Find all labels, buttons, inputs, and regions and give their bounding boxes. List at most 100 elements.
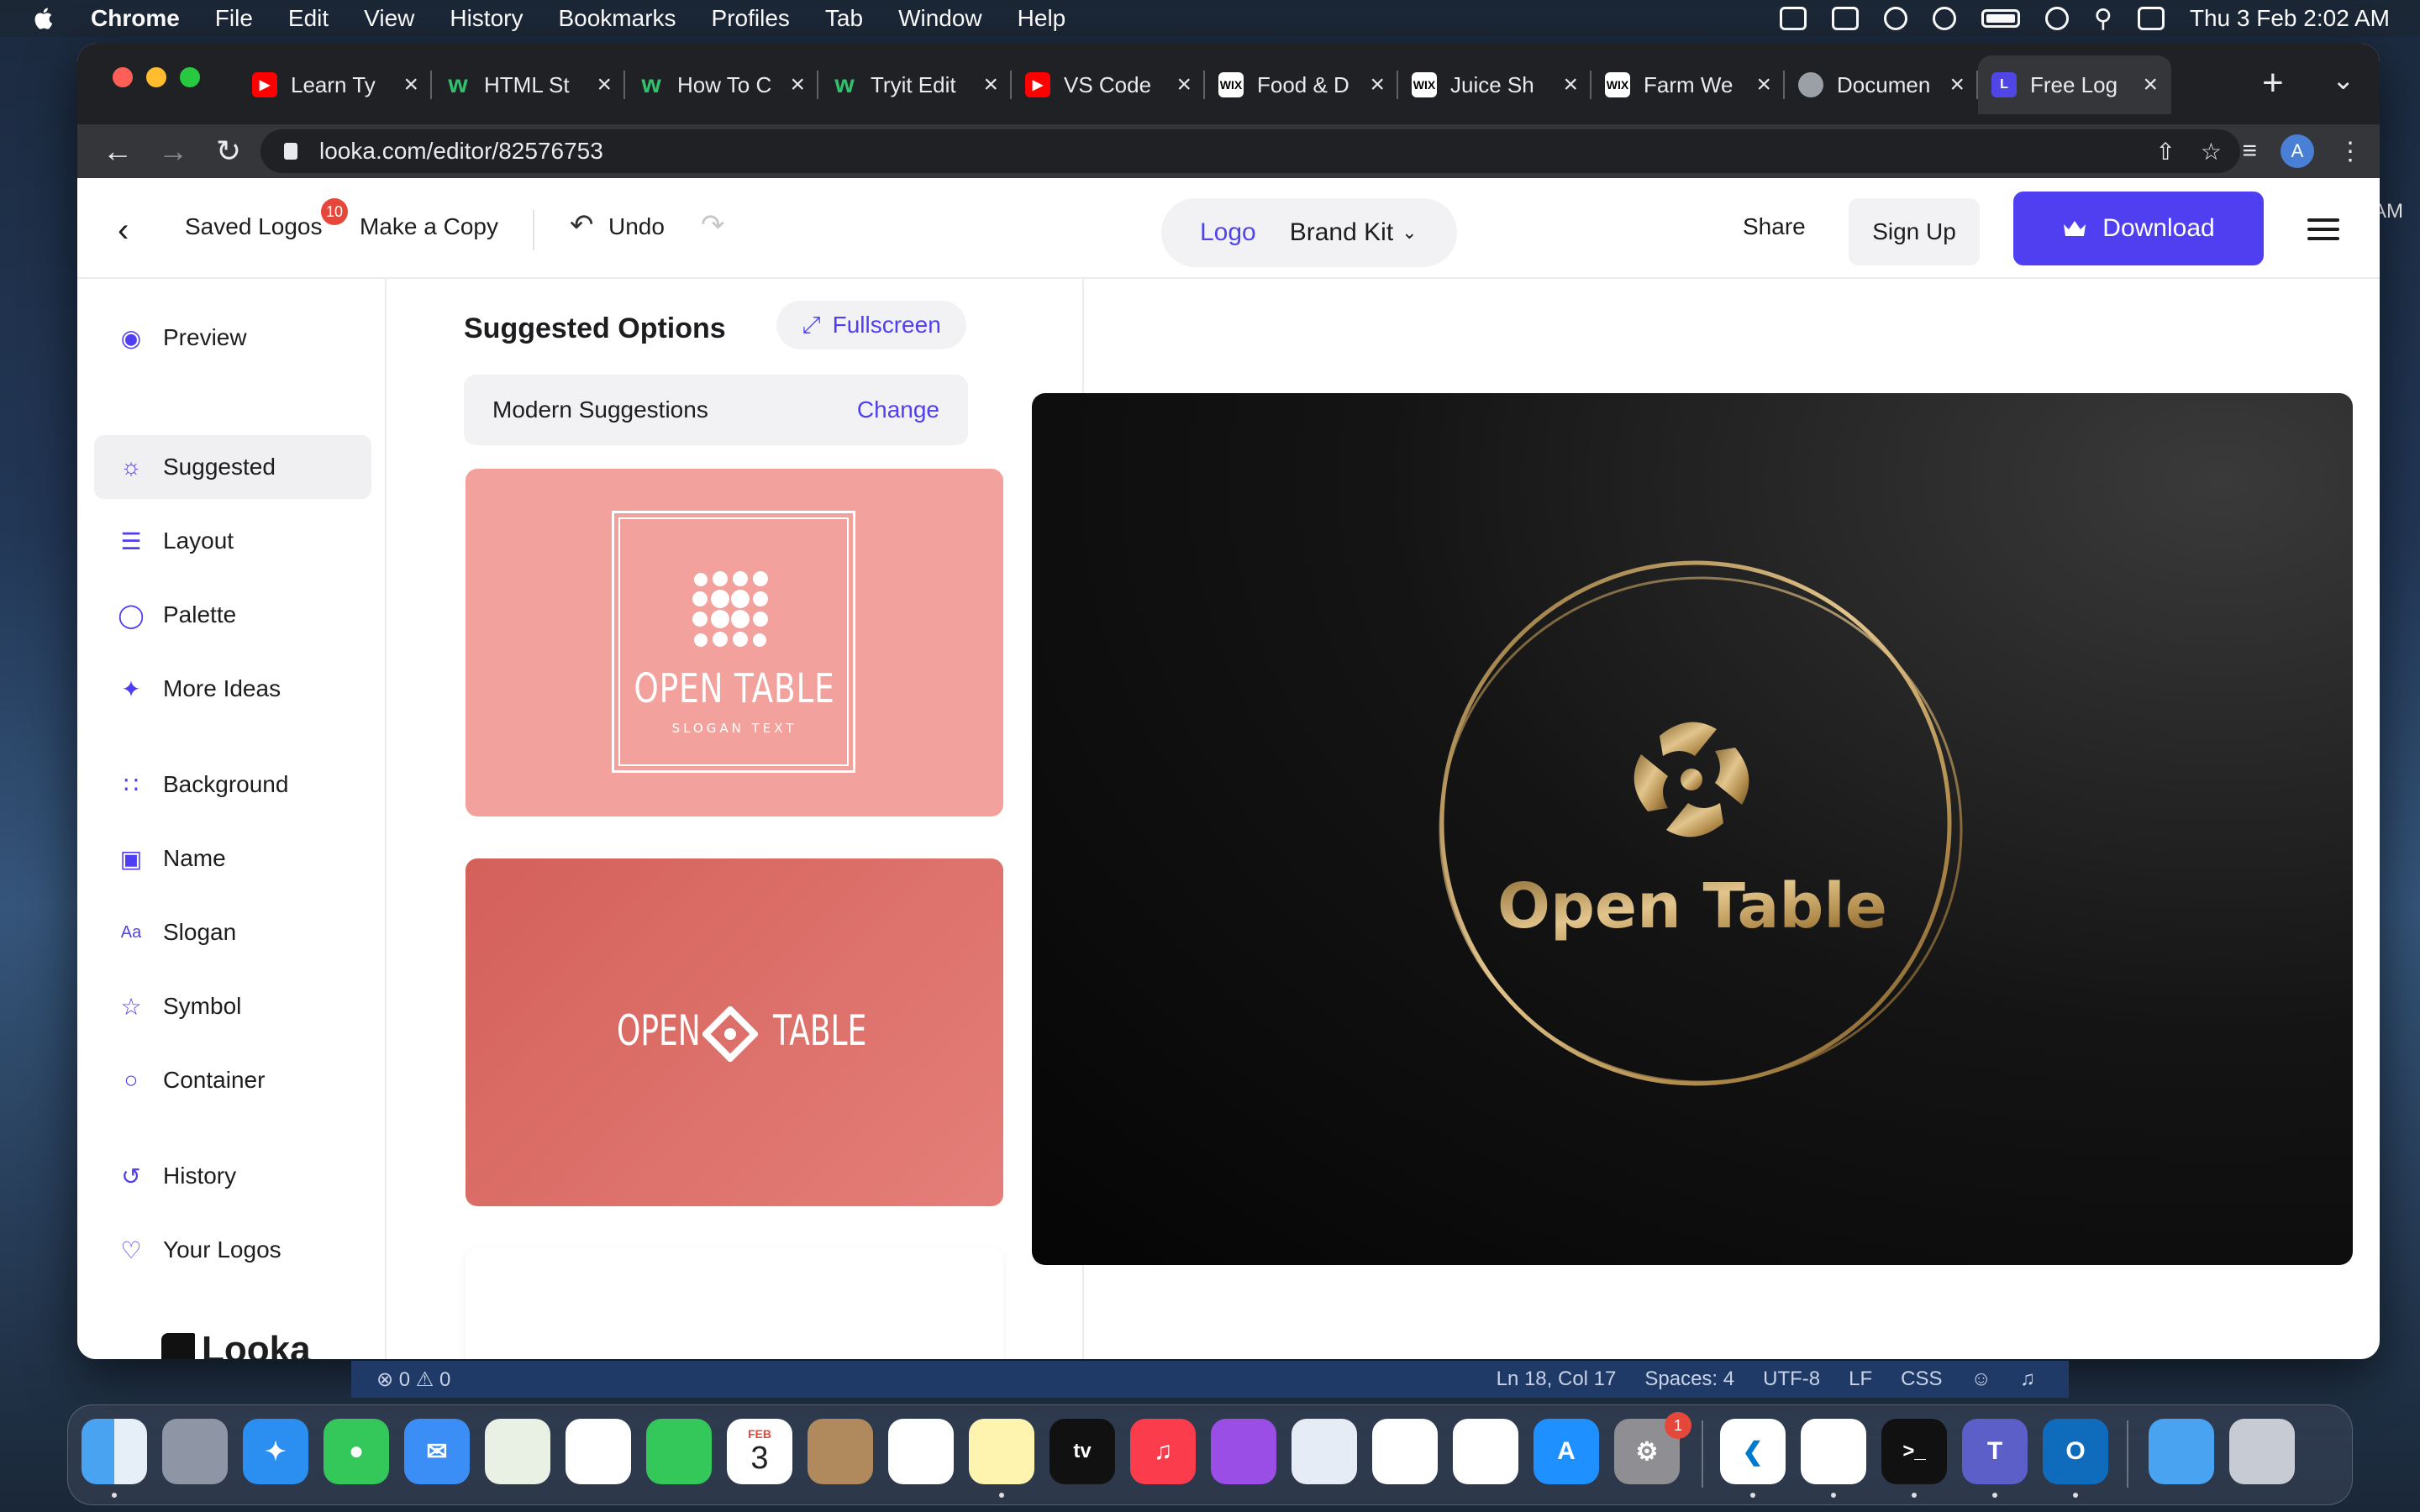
suggestion-card-2[interactable]: OPEN TABLE	[466, 858, 1003, 1206]
hamburger-menu-icon[interactable]	[2307, 218, 2339, 246]
notes-icon[interactable]	[969, 1419, 1034, 1484]
close-tab-icon[interactable]: ×	[597, 71, 612, 99]
maps-icon[interactable]	[485, 1419, 550, 1484]
numbers-icon[interactable]	[1372, 1419, 1438, 1484]
close-window-button[interactable]	[113, 67, 133, 87]
encoding[interactable]: UTF-8	[1763, 1368, 1820, 1391]
notifications-bell-icon[interactable]: ♫	[2020, 1368, 2035, 1391]
sidebar-item-layout[interactable]: ☰ Layout	[94, 509, 371, 573]
sidebar-item-history[interactable]: ↺ History	[94, 1144, 371, 1208]
calendar-icon[interactable]: FEB 3	[727, 1419, 792, 1484]
sidebar-item-your-logos[interactable]: ♡ Your Logos	[94, 1218, 371, 1282]
sidebar-item-name[interactable]: ▣ Name	[94, 827, 371, 890]
close-tab-icon[interactable]: ×	[1176, 71, 1192, 99]
app-store-icon[interactable]: A	[1534, 1419, 1599, 1484]
chrome-menu-icon[interactable]: ⋮	[2338, 137, 2363, 166]
download-button[interactable]: Download	[2013, 192, 2264, 265]
trash-icon[interactable]	[2229, 1419, 2295, 1484]
close-tab-icon[interactable]: ×	[1949, 71, 1965, 99]
close-tab-icon[interactable]: ×	[1563, 71, 1578, 99]
browser-tab[interactable]: WIX Farm We ×	[1591, 55, 1785, 114]
mail-icon[interactable]: ✉	[404, 1419, 470, 1484]
spotlight-search-icon[interactable]: ⚲	[2094, 4, 2112, 34]
change-suggestions-button[interactable]: Change	[857, 396, 939, 423]
browser-tab[interactable]: WIX Juice Sh ×	[1398, 55, 1591, 114]
close-tab-icon[interactable]: ×	[790, 71, 805, 99]
make-copy-link[interactable]: Make a Copy	[360, 213, 498, 240]
url-text[interactable]: looka.com/editor/82576753	[319, 138, 603, 165]
menu-tab[interactable]: Tab	[825, 5, 863, 32]
control-center-icon[interactable]	[2137, 7, 2165, 30]
pages-icon[interactable]	[1453, 1419, 1518, 1484]
battery-icon[interactable]	[1981, 9, 2020, 28]
tab-brand-kit[interactable]: Brand Kit	[1290, 218, 1393, 247]
back-arrow-icon[interactable]: ←	[103, 134, 133, 169]
menu-history[interactable]: History	[450, 5, 523, 32]
chevron-down-icon[interactable]: ⌄	[1402, 222, 1417, 244]
menu-edit[interactable]: Edit	[288, 5, 329, 32]
suggestion-card-1[interactable]: OPEN TABLE SLOGAN TEXT	[466, 469, 1003, 816]
cursor-position[interactable]: Ln 18, Col 17	[1497, 1368, 1617, 1391]
suggestion-card-3[interactable]	[466, 1248, 1003, 1359]
vscode-icon[interactable]: ❮	[1720, 1419, 1786, 1484]
problems-count[interactable]: ⊗ 0 ⚠ 0	[376, 1368, 450, 1392]
browser-tab-active[interactable]: L Free Log ×	[1978, 55, 2171, 114]
reload-icon[interactable]: ↻	[213, 134, 244, 169]
address-bar[interactable]: looka.com/editor/82576753 ⇧ ☆	[260, 129, 2240, 173]
menu-profiles[interactable]: Profiles	[712, 5, 790, 32]
downloads-folder-icon[interactable]	[2149, 1419, 2214, 1484]
screen-mirroring-icon[interactable]	[2044, 7, 2069, 30]
menubar-clock[interactable]: Thu 3 Feb 2:02 AM	[2190, 5, 2390, 32]
undo-icon[interactable]: ↶	[570, 208, 594, 242]
contacts-icon[interactable]	[808, 1419, 873, 1484]
browser-tab[interactable]: WIX Food & D ×	[1205, 55, 1398, 114]
back-chevron-icon[interactable]: ‹	[118, 212, 129, 249]
grid-status-icon[interactable]	[1779, 7, 1807, 30]
close-tab-icon[interactable]: ×	[403, 71, 418, 99]
podcasts-icon[interactable]	[1211, 1419, 1276, 1484]
minimize-window-button[interactable]	[146, 67, 166, 87]
bluetooth-status-icon[interactable]	[1831, 7, 1859, 30]
looka-brand-logo[interactable]: Looka	[161, 1329, 311, 1359]
apple-icon[interactable]	[32, 6, 57, 31]
new-tab-icon[interactable]: +	[2262, 62, 2284, 104]
terminal-icon[interactable]: >_	[1881, 1419, 1947, 1484]
logo-preview-canvas[interactable]: Open Table	[1032, 393, 2353, 1265]
sidebar-item-suggested[interactable]: ☼ Suggested	[94, 435, 371, 499]
menu-file[interactable]: File	[215, 5, 253, 32]
sidebar-item-palette[interactable]: ◯ Palette	[94, 583, 371, 647]
sidebar-item-background[interactable]: ∷ Background	[94, 753, 371, 816]
safari-icon[interactable]: ✦	[243, 1419, 308, 1484]
menu-window[interactable]: Window	[898, 5, 982, 32]
close-tab-icon[interactable]: ×	[983, 71, 998, 99]
chrome-icon[interactable]	[1801, 1419, 1866, 1484]
tab-logo[interactable]: Logo	[1200, 218, 1256, 247]
user-status-icon[interactable]	[1932, 7, 1956, 30]
photos-icon[interactable]	[566, 1419, 631, 1484]
line-ending[interactable]: LF	[1849, 1368, 1872, 1391]
saved-logos-link[interactable]: Saved Logos	[185, 213, 322, 240]
profile-avatar[interactable]: A	[2281, 134, 2314, 168]
apple-tv-icon[interactable]: tv	[1050, 1419, 1115, 1484]
browser-tab[interactable]: ▶ Learn Ty ×	[239, 55, 432, 114]
close-tab-icon[interactable]: ×	[1756, 71, 1771, 99]
browser-tab[interactable]: w Tryit Edit ×	[818, 55, 1012, 114]
outlook-icon[interactable]: O	[2043, 1419, 2108, 1484]
sidebar-item-more-ideas[interactable]: ✦ More Ideas	[94, 657, 371, 721]
reminders-icon[interactable]	[888, 1419, 954, 1484]
menu-app-name[interactable]: Chrome	[91, 5, 180, 32]
sidebar-item-slogan[interactable]: Aa Slogan	[94, 900, 371, 964]
music-icon[interactable]: ♫	[1130, 1419, 1196, 1484]
close-tab-icon[interactable]: ×	[2143, 71, 2158, 99]
finder-icon[interactable]	[82, 1419, 147, 1484]
language-mode[interactable]: CSS	[1901, 1368, 1942, 1391]
browser-tab[interactable]: ▶ VS Code ×	[1012, 55, 1205, 114]
share-button[interactable]: Share	[1743, 213, 1806, 240]
share-page-icon[interactable]: ⇧	[2155, 138, 2175, 165]
bookmark-star-icon[interactable]: ☆	[2201, 138, 2222, 165]
browser-tab[interactable]: Documen ×	[1785, 55, 1978, 114]
launchpad-icon[interactable]	[162, 1419, 228, 1484]
redo-icon[interactable]: ↷	[701, 208, 725, 242]
zoom-window-button[interactable]	[180, 67, 200, 87]
sidebar-item-preview[interactable]: ◉ Preview	[94, 306, 371, 370]
